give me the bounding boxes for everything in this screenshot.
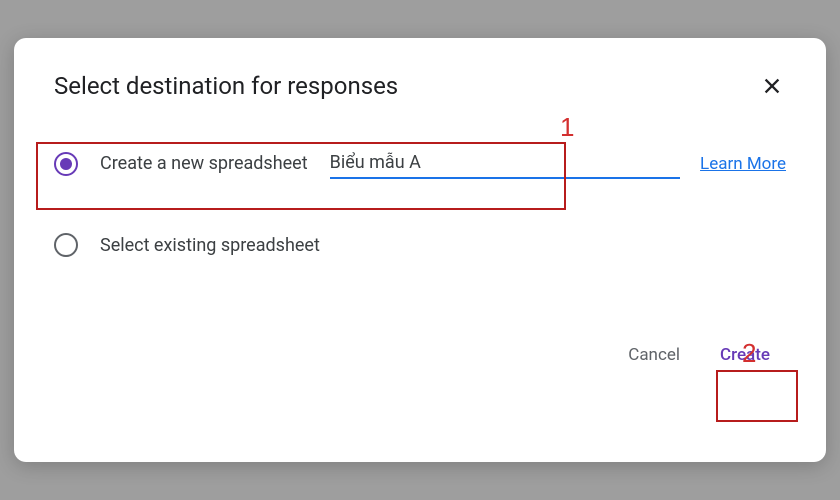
response-destination-dialog: Select destination for responses Create …: [14, 38, 826, 462]
cancel-button[interactable]: Cancel: [612, 335, 696, 375]
option-existing-label: Select existing spreadsheet: [100, 235, 320, 256]
option-create-row: Create a new spreadsheet Learn More: [54, 150, 786, 177]
close-button[interactable]: [758, 72, 786, 100]
radio-select-existing[interactable]: [54, 233, 78, 257]
input-underline: [330, 177, 680, 179]
dialog-actions: Cancel Create: [54, 335, 786, 375]
dialog-title: Select destination for responses: [54, 72, 398, 100]
spreadsheet-name-input[interactable]: [330, 150, 630, 177]
close-icon: [761, 75, 783, 97]
option-create-block: Create a new spreadsheet: [54, 150, 670, 177]
radio-create-new[interactable]: [54, 152, 78, 176]
option-create-label: Create a new spreadsheet: [100, 153, 308, 174]
spreadsheet-name-wrap: [330, 150, 630, 177]
dialog-header: Select destination for responses: [54, 72, 786, 100]
option-existing-row: Select existing spreadsheet: [54, 225, 786, 265]
create-button[interactable]: Create: [704, 335, 786, 375]
learn-more-link[interactable]: Learn More: [700, 154, 786, 174]
